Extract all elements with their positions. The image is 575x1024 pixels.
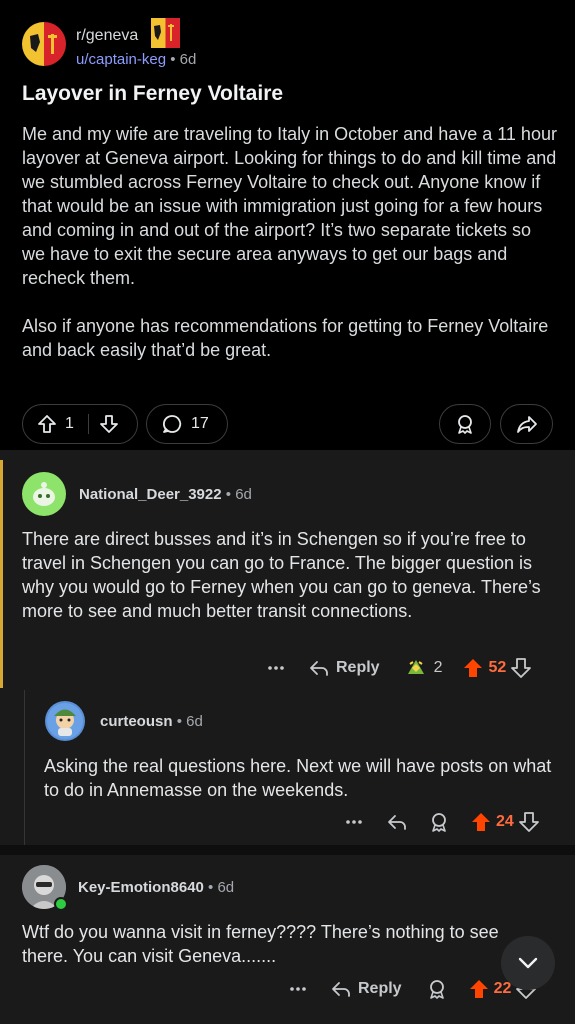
comment-author-line: National_Deer_3922 • 6d <box>79 486 252 503</box>
comment-author-line: Key-Emotion8640 • 6d <box>78 879 234 896</box>
share-icon <box>516 413 538 435</box>
award-icon[interactable] <box>404 656 428 680</box>
more-icon[interactable] <box>344 812 364 832</box>
downvote-icon[interactable] <box>510 657 532 679</box>
comment-text: Wtf do you wanna visit in ferney???? The… <box>22 922 499 966</box>
scroll-next-button[interactable] <box>501 936 555 990</box>
comment-age: • 6d <box>208 879 235 896</box>
downvote-icon[interactable] <box>99 414 119 434</box>
post-body: Me and my wife are traveling to Italy in… <box>22 124 557 360</box>
post-author[interactable]: u/captain-keg <box>76 51 166 68</box>
post-meta: u/captain-keg • 6d <box>76 51 196 68</box>
comment-actions: 24 <box>344 811 540 833</box>
reply-icon <box>308 657 330 679</box>
post-age: • 6d <box>170 51 197 68</box>
chevron-down-icon <box>515 950 541 976</box>
avatar[interactable] <box>45 701 85 741</box>
thread-line <box>24 690 25 845</box>
comment-author[interactable]: Key-Emotion8640 <box>78 879 204 896</box>
comment-text: Asking the real questions here. Next we … <box>44 756 552 800</box>
comment-author-line: curteousn • 6d <box>100 713 203 730</box>
reply-label: Reply <box>358 980 402 997</box>
comment-actions: Reply 2 52 <box>266 656 532 680</box>
comment-author[interactable]: National_Deer_3922 <box>79 486 222 503</box>
post-score: 1 <box>65 415 74 432</box>
upvote-icon[interactable] <box>462 657 484 679</box>
comment-actions: Reply 22 <box>288 978 537 1000</box>
reply-icon[interactable] <box>386 811 408 833</box>
comments-button[interactable]: 17 <box>146 404 228 444</box>
award-button[interactable] <box>439 404 491 444</box>
comment-author[interactable]: curteousn <box>100 713 173 730</box>
share-button[interactable] <box>500 404 553 444</box>
subreddit-name[interactable]: r/geneva <box>76 27 138 45</box>
subreddit-avatar[interactable] <box>22 22 66 66</box>
upvote-icon[interactable] <box>37 414 57 434</box>
comment-score: 24 <box>496 813 514 830</box>
post-card: r/geneva u/captain-keg • 6d Layover in F… <box>0 0 575 450</box>
comment-icon <box>161 413 183 435</box>
avatar[interactable] <box>22 472 66 516</box>
comment-text: There are direct busses and it’s in Sche… <box>22 529 541 621</box>
comment-age: • 6d <box>225 486 252 503</box>
geneva-flag-icon <box>151 18 180 48</box>
downvote-icon[interactable] <box>518 811 540 833</box>
upvote-icon[interactable] <box>468 978 490 1000</box>
award-count: 2 <box>433 659 443 676</box>
reply-button[interactable]: Reply <box>308 657 380 679</box>
reply-icon <box>330 978 352 1000</box>
online-indicator <box>54 897 68 911</box>
award-icon <box>454 413 476 435</box>
upvote-icon[interactable] <box>470 811 492 833</box>
reply-label: Reply <box>336 659 380 676</box>
thread-highlight-bar <box>0 460 3 688</box>
comment-count: 17 <box>191 415 209 432</box>
reply-button[interactable]: Reply <box>330 978 402 1000</box>
more-icon[interactable] <box>266 658 286 678</box>
more-icon[interactable] <box>288 979 308 999</box>
comment-age: • 6d <box>176 713 203 730</box>
vote-pill: 1 <box>22 404 138 444</box>
award-icon[interactable] <box>428 811 450 833</box>
comment-score: 52 <box>488 659 507 676</box>
post-title: Layover in Ferney Voltaire <box>22 82 284 105</box>
award-icon[interactable] <box>426 978 448 1000</box>
